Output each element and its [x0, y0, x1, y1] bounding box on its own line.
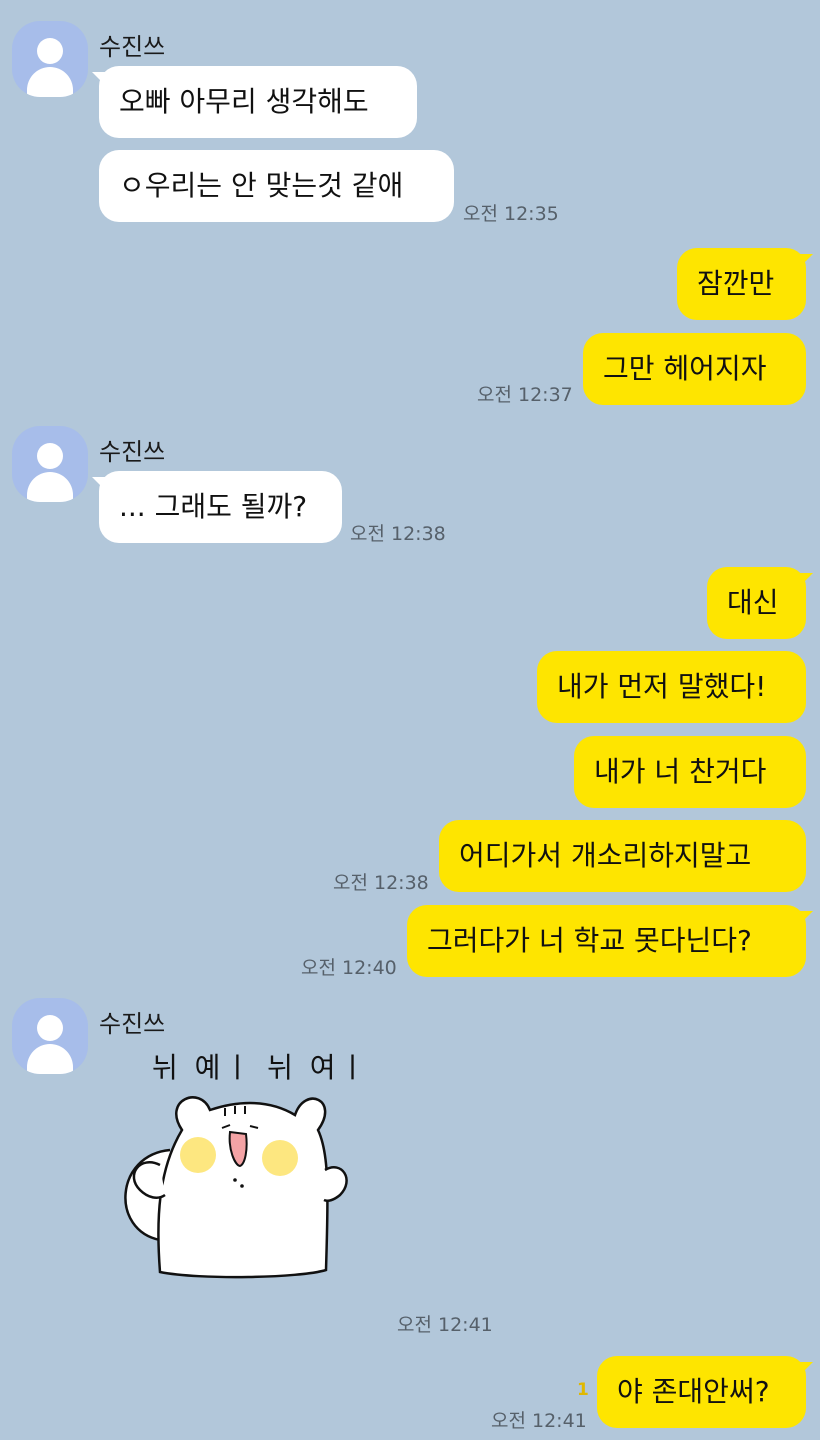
sticker[interactable]: 뉘 예ㅣ 뉘 여ㅣ [110, 1040, 370, 1300]
avatar-head-icon [37, 443, 63, 469]
message-bubble-outgoing[interactable]: 잠깐만 [677, 248, 806, 320]
avatar-head-icon [37, 38, 63, 64]
avatar-body-icon [27, 1044, 73, 1074]
sender-name: 수진쓰 [99, 1010, 166, 1038]
avatar[interactable] [12, 21, 88, 97]
message-time: 오전 12:37 [477, 384, 573, 406]
sender-name: 수진쓰 [99, 438, 166, 466]
message-bubble-outgoing[interactable]: 내가 먼저 말했다! [537, 651, 806, 723]
unread-count-badge: 1 [577, 1380, 589, 1400]
sender-name: 수진쓰 [99, 33, 166, 61]
avatar[interactable] [12, 998, 88, 1074]
message-bubble-incoming[interactable]: ㅇ우리는 안 맞는것 같애 [99, 150, 454, 222]
message-time: 오전 12:41 [397, 1314, 493, 1336]
message-time: 오전 12:41 [491, 1410, 587, 1432]
message-time: 오전 12:35 [463, 203, 559, 225]
message-bubble-incoming[interactable]: ... 그래도 될까? [99, 471, 342, 543]
message-time: 오전 12:40 [301, 957, 397, 979]
message-bubble-incoming[interactable]: 오빠 아무리 생각해도 [99, 66, 417, 138]
message-time: 오전 12:38 [333, 872, 429, 894]
message-bubble-outgoing[interactable]: 대신 [707, 567, 806, 639]
message-time: 오전 12:38 [350, 523, 446, 545]
white-hamster-sticker-icon [124, 1096, 348, 1279]
message-bubble-outgoing[interactable]: 내가 너 찬거다 [574, 736, 806, 808]
avatar[interactable] [12, 426, 88, 502]
message-bubble-outgoing[interactable]: 그만 헤어지자 [583, 333, 806, 405]
avatar-body-icon [27, 472, 73, 502]
message-bubble-outgoing[interactable]: 그러다가 너 학교 못다닌다? [407, 905, 806, 977]
avatar-head-icon [37, 1015, 63, 1041]
message-bubble-outgoing[interactable]: 어디가서 개소리하지말고 [439, 820, 806, 892]
message-bubble-outgoing[interactable]: 야 존대안써? [597, 1356, 806, 1428]
avatar-body-icon [27, 67, 73, 97]
